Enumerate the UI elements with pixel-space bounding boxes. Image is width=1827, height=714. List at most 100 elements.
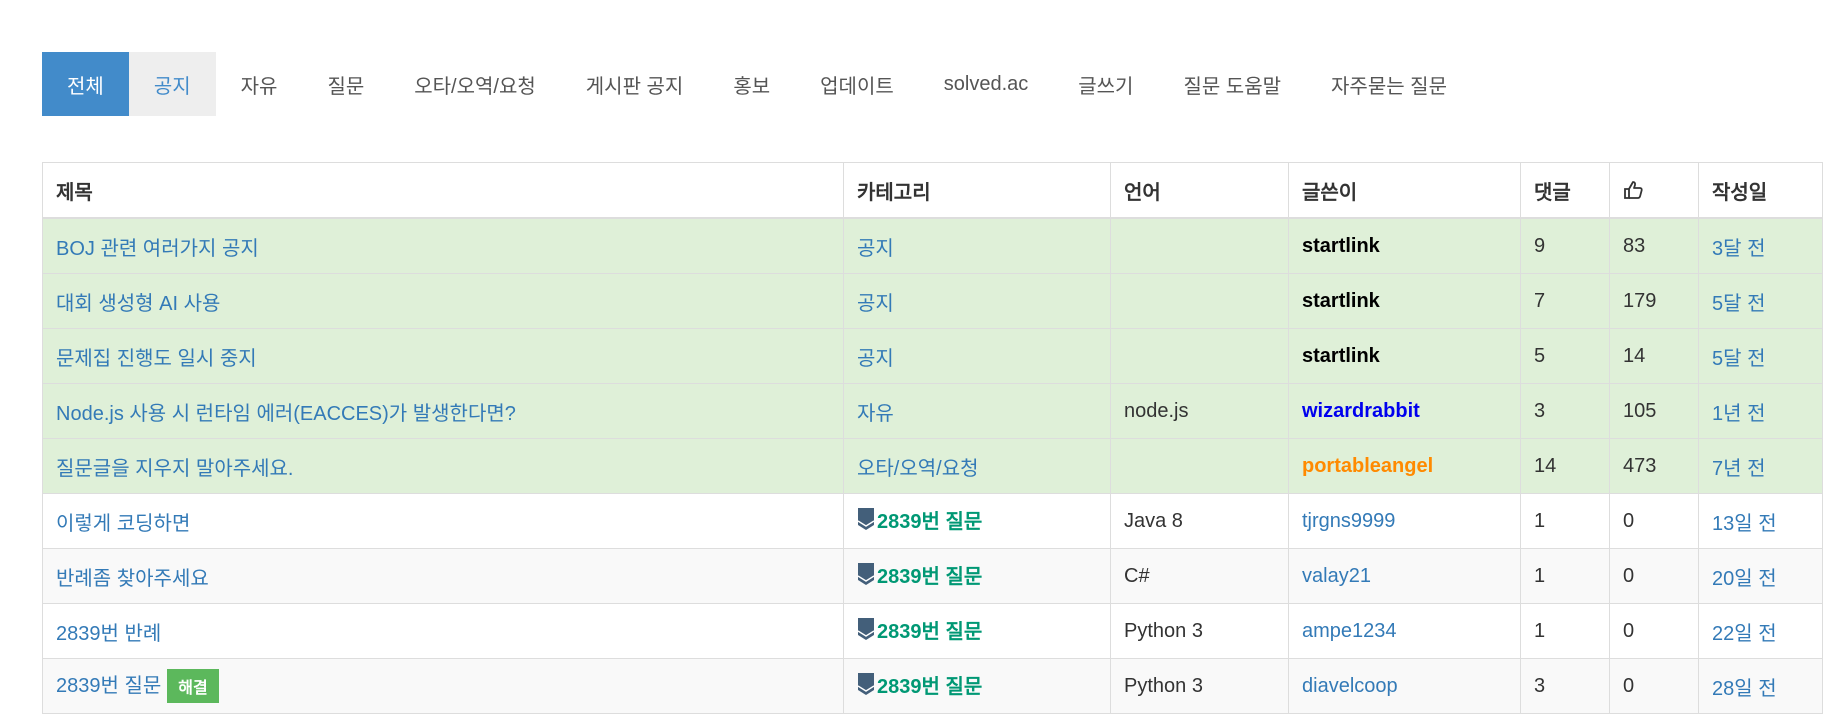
tab-board-notice[interactable]: 게시판 공지 [561, 52, 709, 116]
like-count: 473 [1609, 438, 1699, 494]
author-link[interactable]: diavelcoop [1302, 675, 1398, 697]
language-cell: node.js [1110, 383, 1289, 439]
tab-promotion[interactable]: 홍보 [708, 52, 795, 116]
post-title-link[interactable]: 대회 생성형 AI 사용 [56, 293, 220, 315]
author-link[interactable]: startlink [1302, 345, 1380, 367]
author-link[interactable]: portableangel [1302, 455, 1433, 477]
author-cell: valay21 [1288, 548, 1521, 604]
post-title-link[interactable]: 반례좀 찾아주세요 [56, 568, 209, 590]
author-cell: portableangel [1288, 438, 1521, 494]
table-row: 2839번 반례 2839번 질문 Python 3 ampe1234 1 0 22일 전 [42, 603, 1823, 659]
category-link[interactable]: 자유 [857, 403, 894, 425]
table-row: 질문글을 지우지 말아주세요. 오타/오역/요청 portableangel 14 47… [42, 438, 1823, 494]
post-title-link[interactable]: BOJ 관련 여러가지 공지 [56, 238, 259, 260]
problem-tier-icon [857, 618, 875, 641]
post-title-link[interactable]: Node.js 사용 시 런타임 에러(EACCES)가 발생한다면? [56, 403, 516, 425]
problem-tier-icon [857, 673, 875, 696]
comment-count: 9 [1520, 217, 1610, 274]
author-cell: diavelcoop [1288, 658, 1521, 714]
comment-count: 1 [1520, 603, 1610, 659]
post-title-cell: 이렇게 코딩하면 [42, 493, 844, 549]
like-count: 83 [1609, 217, 1699, 274]
column-header-likes [1609, 162, 1699, 219]
post-title-link[interactable]: 이렇게 코딩하면 [56, 513, 190, 535]
comment-count: 7 [1520, 273, 1610, 329]
author-link[interactable]: tjrgns9999 [1302, 510, 1395, 532]
post-date-link[interactable]: 13일 전 [1712, 513, 1777, 535]
author-link[interactable]: valay21 [1302, 565, 1371, 587]
tab-all[interactable]: 전체 [42, 52, 129, 116]
column-header-date: 작성일 [1698, 162, 1823, 219]
post-date-link[interactable]: 3달 전 [1712, 238, 1765, 260]
like-count: 105 [1609, 383, 1699, 439]
problem-link[interactable]: 2839번 질문 [857, 560, 982, 589]
tab-typo-request[interactable]: 오타/오역/요청 [389, 52, 561, 116]
author-cell: startlink [1288, 328, 1521, 384]
date-cell: 1년 전 [1698, 383, 1823, 439]
date-cell: 28일 전 [1698, 658, 1823, 714]
post-title-cell: Node.js 사용 시 런타임 에러(EACCES)가 발생한다면? [42, 383, 844, 439]
post-title-link[interactable]: 질문글을 지우지 말아주세요. [56, 458, 293, 480]
comment-count: 3 [1520, 383, 1610, 439]
problem-label: 2839번 질문 [877, 675, 983, 698]
column-header-author: 글쓴이 [1288, 162, 1521, 219]
category-cell: 오타/오역/요청 [843, 438, 1111, 494]
post-title-link[interactable]: 문제집 진행도 일시 중지 [56, 348, 257, 370]
post-title-link[interactable]: 2839번 반례 [56, 623, 161, 645]
date-cell: 7년 전 [1698, 438, 1823, 494]
post-title-cell: BOJ 관련 여러가지 공지 [42, 217, 844, 274]
post-date-link[interactable]: 7년 전 [1712, 458, 1765, 480]
category-link[interactable]: 공지 [857, 238, 894, 260]
post-date-link[interactable]: 5달 전 [1712, 293, 1765, 315]
date-cell: 20일 전 [1698, 548, 1823, 604]
date-cell: 22일 전 [1698, 603, 1823, 659]
problem-label: 2839번 질문 [877, 620, 983, 643]
post-date-link[interactable]: 20일 전 [1712, 568, 1777, 590]
problem-link[interactable]: 2839번 질문 [857, 670, 982, 699]
author-link[interactable]: wizardrabbit [1302, 400, 1420, 422]
column-header-category: 카테고리 [843, 162, 1111, 219]
category-link[interactable]: 공지 [857, 293, 894, 315]
table-row: 이렇게 코딩하면 2839번 질문 Java 8 tjrgns9999 1 0 13일 전 [42, 493, 1823, 549]
author-link[interactable]: ampe1234 [1302, 620, 1397, 642]
author-cell: tjrgns9999 [1288, 493, 1521, 549]
tab-write[interactable]: 글쓰기 [1053, 52, 1158, 116]
comment-count: 1 [1520, 493, 1610, 549]
category-link[interactable]: 오타/오역/요청 [857, 458, 979, 480]
tab-faq[interactable]: 자주묻는 질문 [1306, 52, 1472, 116]
post-title-cell: 대회 생성형 AI 사용 [42, 273, 844, 329]
table-row: 대회 생성형 AI 사용 공지 startlink 7 179 5달 전 [42, 273, 1823, 329]
tab-question-help[interactable]: 질문 도움말 [1158, 52, 1306, 116]
tab-question[interactable]: 질문 [302, 52, 389, 116]
table-row: 2839번 질문 해결 2839번 질문 Python 3 diavelcoop 3 0 28… [42, 658, 1823, 714]
post-date-link[interactable]: 5달 전 [1712, 348, 1765, 370]
tab-update[interactable]: 업데이트 [795, 52, 919, 116]
category-link[interactable]: 공지 [857, 348, 894, 370]
table-row: Node.js 사용 시 런타임 에러(EACCES)가 발생한다면? 자유 nod… [42, 383, 1823, 439]
problem-tier-icon [857, 563, 875, 586]
like-count: 0 [1609, 493, 1699, 549]
post-date-link[interactable]: 22일 전 [1712, 623, 1777, 645]
author-link[interactable]: startlink [1302, 235, 1380, 257]
problem-link[interactable]: 2839번 질문 [857, 615, 982, 644]
column-header-comments: 댓글 [1520, 162, 1610, 219]
tab-free[interactable]: 자유 [216, 52, 303, 116]
author-cell: startlink [1288, 273, 1521, 329]
category-cell: 자유 [843, 383, 1111, 439]
like-count: 0 [1609, 658, 1699, 714]
category-cell: 2839번 질문 [843, 658, 1111, 714]
problem-link[interactable]: 2839번 질문 [857, 505, 982, 534]
author-cell: wizardrabbit [1288, 383, 1521, 439]
author-link[interactable]: startlink [1302, 290, 1380, 312]
like-count: 14 [1609, 328, 1699, 384]
category-cell: 공지 [843, 328, 1111, 384]
tab-notice[interactable]: 공지 [128, 52, 216, 116]
post-date-link[interactable]: 1년 전 [1712, 403, 1765, 425]
author-cell: startlink [1288, 217, 1521, 274]
tab-solved-ac[interactable]: solved.ac [919, 52, 1054, 116]
post-title-cell: 2839번 질문 해결 [42, 658, 844, 714]
language-cell [1110, 438, 1289, 494]
post-date-link[interactable]: 28일 전 [1712, 678, 1777, 700]
post-title-link[interactable]: 2839번 질문 [56, 675, 161, 697]
table-row: 문제집 진행도 일시 중지 공지 startlink 5 14 5달 전 [42, 328, 1823, 384]
